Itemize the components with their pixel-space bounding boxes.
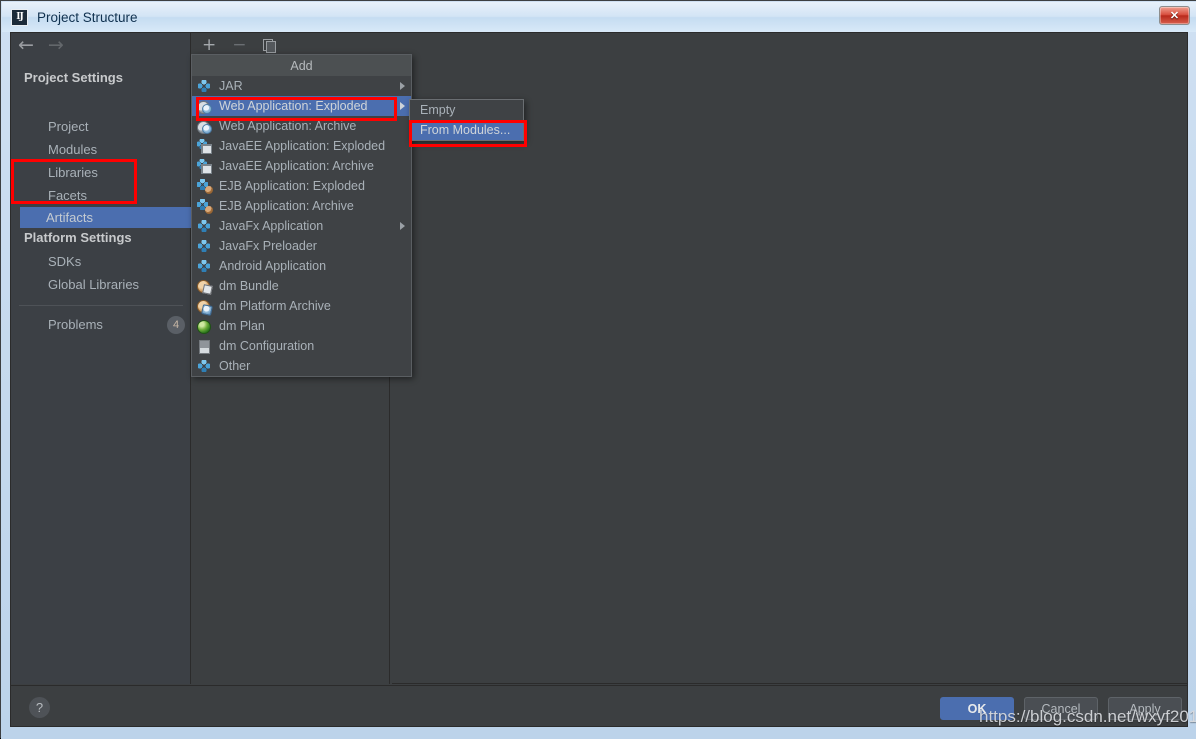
watermark-text: https://blog.csdn.net/wxyf2018 (979, 707, 1196, 726)
menu-item-label: JavaFx Preloader (219, 239, 317, 253)
web-archive-icon (197, 119, 212, 134)
javafx-app-icon (197, 219, 212, 234)
menu-item-dm-bundle[interactable]: dm Bundle (192, 276, 411, 296)
menu-item-dm-platform-archive[interactable]: dm Platform Archive (192, 296, 411, 316)
menu-item-label: Web Application: Archive (219, 119, 357, 133)
javaee-exploded-icon (197, 138, 212, 154)
menu-item-ejb-application-exploded[interactable]: EJB Application: Exploded (192, 176, 411, 196)
menu-item-jar[interactable]: JAR (192, 76, 411, 96)
dm-platform-icon (197, 299, 212, 314)
submenu-item-from-modules[interactable]: From Modules... (410, 120, 523, 140)
submenu-item-label: Empty (420, 103, 456, 117)
add-menu-header: Add (192, 55, 411, 76)
menu-item-label: dm Bundle (219, 279, 279, 293)
menu-item-web-application-exploded[interactable]: Web Application: Exploded (192, 96, 411, 116)
menu-item-label: JAR (219, 79, 243, 93)
menu-item-label: Other (219, 359, 251, 373)
menu-item-label: Android Application (219, 259, 327, 273)
menu-item-label: dm Platform Archive (219, 299, 331, 313)
android-app-icon (197, 259, 212, 274)
chevron-right-icon (400, 82, 405, 90)
dialog-content: ← → Project Settings Project Modules Lib… (10, 32, 1188, 727)
menu-item-ejb-application-archive[interactable]: EJB Application: Archive (192, 196, 411, 216)
sidebar-item-modules[interactable]: Modules (22, 139, 191, 160)
menu-item-label: EJB Application: Archive (219, 199, 354, 213)
menu-item-label: Web Application: Exploded (219, 99, 368, 113)
menu-item-javaee-application-archive[interactable]: JavaEE Application: Archive (192, 156, 411, 176)
menu-item-dm-configuration[interactable]: dm Configuration (192, 336, 411, 356)
plus-icon[interactable]: + (202, 36, 216, 54)
intellij-idea-icon: IJ (11, 8, 28, 26)
minus-icon[interactable]: − (232, 36, 246, 54)
menu-item-web-application-archive[interactable]: Web Application: Archive (192, 116, 411, 136)
menu-item-other[interactable]: Other (192, 356, 411, 376)
sidebar-item-sdks[interactable]: SDKs (22, 251, 191, 272)
jar-icon (197, 79, 212, 94)
submenu-item-empty[interactable]: Empty (410, 100, 523, 120)
copy-icon[interactable] (262, 38, 276, 53)
dm-plan-icon (197, 319, 212, 334)
sidebar-item-problems[interactable]: Problems (22, 314, 191, 335)
sidebar-item-libraries[interactable]: Libraries (22, 162, 191, 183)
menu-item-javaee-application-exploded[interactable]: JavaEE Application: Exploded (192, 136, 411, 156)
javafx-preloader-icon (197, 239, 212, 254)
sidebar-group-platform-settings: Platform Settings (24, 230, 132, 245)
close-icon[interactable]: ✕ (1159, 6, 1190, 25)
menu-item-label: JavaEE Application: Archive (219, 159, 374, 173)
menu-item-android-application[interactable]: Android Application (192, 256, 411, 276)
menu-item-javafx-application[interactable]: JavaFx Application (192, 216, 411, 236)
menu-item-label: EJB Application: Exploded (219, 179, 365, 193)
back-arrow-icon[interactable]: ← (18, 36, 34, 55)
dm-config-icon (197, 339, 212, 354)
sidebar-item-facets[interactable]: Facets (22, 185, 191, 206)
menu-item-dm-plan[interactable]: dm Plan (192, 316, 411, 336)
web-exploded-icon (197, 99, 212, 114)
sidebar-item-global-libraries[interactable]: Global Libraries (22, 274, 191, 295)
chevron-right-icon (400, 102, 405, 110)
dm-bundle-icon (197, 279, 212, 294)
sidebar-group-project-settings: Project Settings (24, 70, 123, 85)
web-exploded-submenu: Empty From Modules... (409, 99, 524, 141)
chevron-right-icon (400, 222, 405, 230)
menu-item-label: dm Plan (219, 319, 265, 333)
sidebar-divider (19, 305, 183, 306)
sidebar-item-project[interactable]: Project (22, 116, 191, 137)
nav-arrows: ← → (18, 36, 64, 55)
problems-count-badge: 4 (167, 316, 185, 334)
menu-item-javafx-preloader[interactable]: JavaFx Preloader (192, 236, 411, 256)
other-icon (197, 359, 212, 374)
menu-item-label: dm Configuration (219, 339, 315, 353)
window-title: Project Structure (37, 9, 138, 25)
menu-item-label: JavaEE Application: Exploded (219, 139, 386, 153)
menu-item-label: JavaFx Application (219, 219, 324, 233)
settings-sidebar: ← → Project Settings Project Modules Lib… (11, 33, 195, 684)
sidebar-item-artifacts[interactable]: Artifacts (20, 207, 195, 228)
ejb-archive-icon (197, 198, 213, 214)
project-structure-window: IJ Project Structure ✕ ← → Project Setti… (0, 0, 1196, 739)
ejb-exploded-icon (197, 178, 213, 194)
help-button[interactable]: ? (29, 697, 50, 718)
submenu-item-label: From Modules... (420, 123, 511, 137)
javaee-archive-icon (197, 158, 212, 174)
title-bar: IJ Project Structure ✕ (2, 2, 1196, 32)
forward-arrow-icon[interactable]: → (48, 36, 64, 55)
add-artifact-menu: Add JAR Web Application: Exploded Web Ap… (191, 54, 412, 377)
